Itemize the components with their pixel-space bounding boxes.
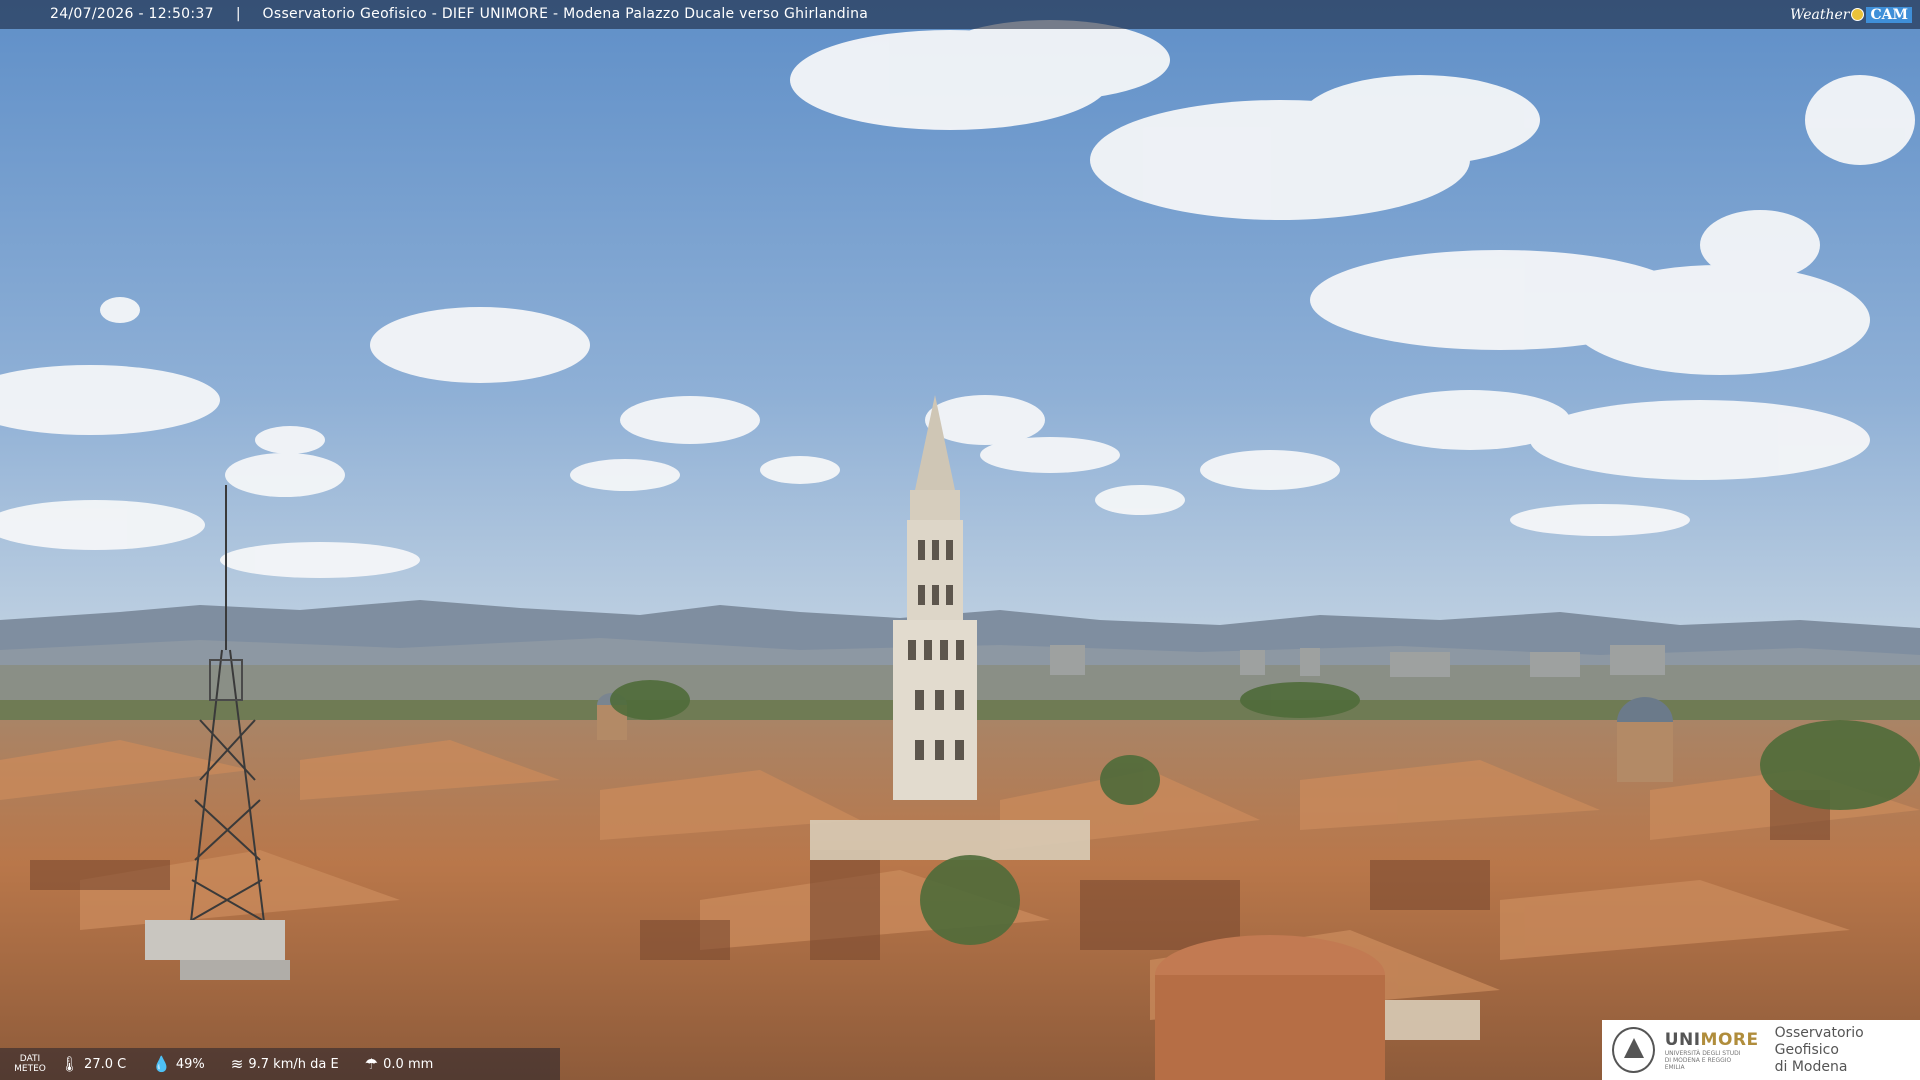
humidity-value: 49% (175, 1056, 205, 1072)
rain-reading: ☂ 0.0 mm (365, 1055, 434, 1073)
wind-reading: ≋ 9.7 km/h da E (231, 1055, 339, 1073)
unimore-wordmark: UNIMORE UNIVERSITÀ DEGLI STUDI DI MODENA… (1665, 1030, 1759, 1071)
meteo-data-bar: DATI METEO 🌡 27.0 C 💧 49% ≋ 9.7 km/h da … (0, 1048, 560, 1080)
university-subtitle: UNIVERSITÀ DEGLI STUDI DI MODENA E REGGI… (1664, 1049, 1741, 1071)
weathercam-logo: Weather CAM (1790, 0, 1912, 29)
uni-text: UNI (1664, 1029, 1701, 1050)
title-separator: | (235, 6, 241, 22)
camera-title: Osservatorio Geofisico - DIEF UNIMORE - … (262, 6, 869, 22)
thermometer-icon: 🌡 (60, 1055, 80, 1073)
temperature-value: 27.0 C (84, 1056, 127, 1072)
camera-title-bar: 24/07/2026 - 12:50:37 | Osservatorio Geo… (0, 0, 1920, 29)
more-text: MORE (1700, 1029, 1759, 1050)
timestamp: 24/07/2026 - 12:50:37 (50, 6, 214, 22)
rain-value: 0.0 mm (383, 1056, 434, 1072)
sun-icon (1851, 8, 1865, 21)
unimore-logo: UNIMORE UNIVERSITÀ DEGLI STUDI DI MODENA… (1602, 1020, 1920, 1080)
brand-cam-text: CAM (1866, 6, 1912, 23)
rain-icon: ☂ (364, 1055, 379, 1073)
meteo-label: DATI METEO (14, 1054, 46, 1074)
wind-value: 9.7 km/h da E (248, 1056, 339, 1072)
humidity-reading: 💧 49% (152, 1055, 205, 1073)
university-seal-icon (1612, 1027, 1655, 1073)
wind-icon: ≋ (230, 1055, 244, 1073)
droplet-icon: 💧 (152, 1055, 171, 1073)
webcam-photo (0, 0, 1920, 1080)
observatory-name: Osservatorio Geofisico di Modena (1774, 1024, 1864, 1075)
brand-weather-text: Weather (1789, 6, 1850, 23)
temperature-reading: 🌡 27.0 C (60, 1055, 126, 1073)
